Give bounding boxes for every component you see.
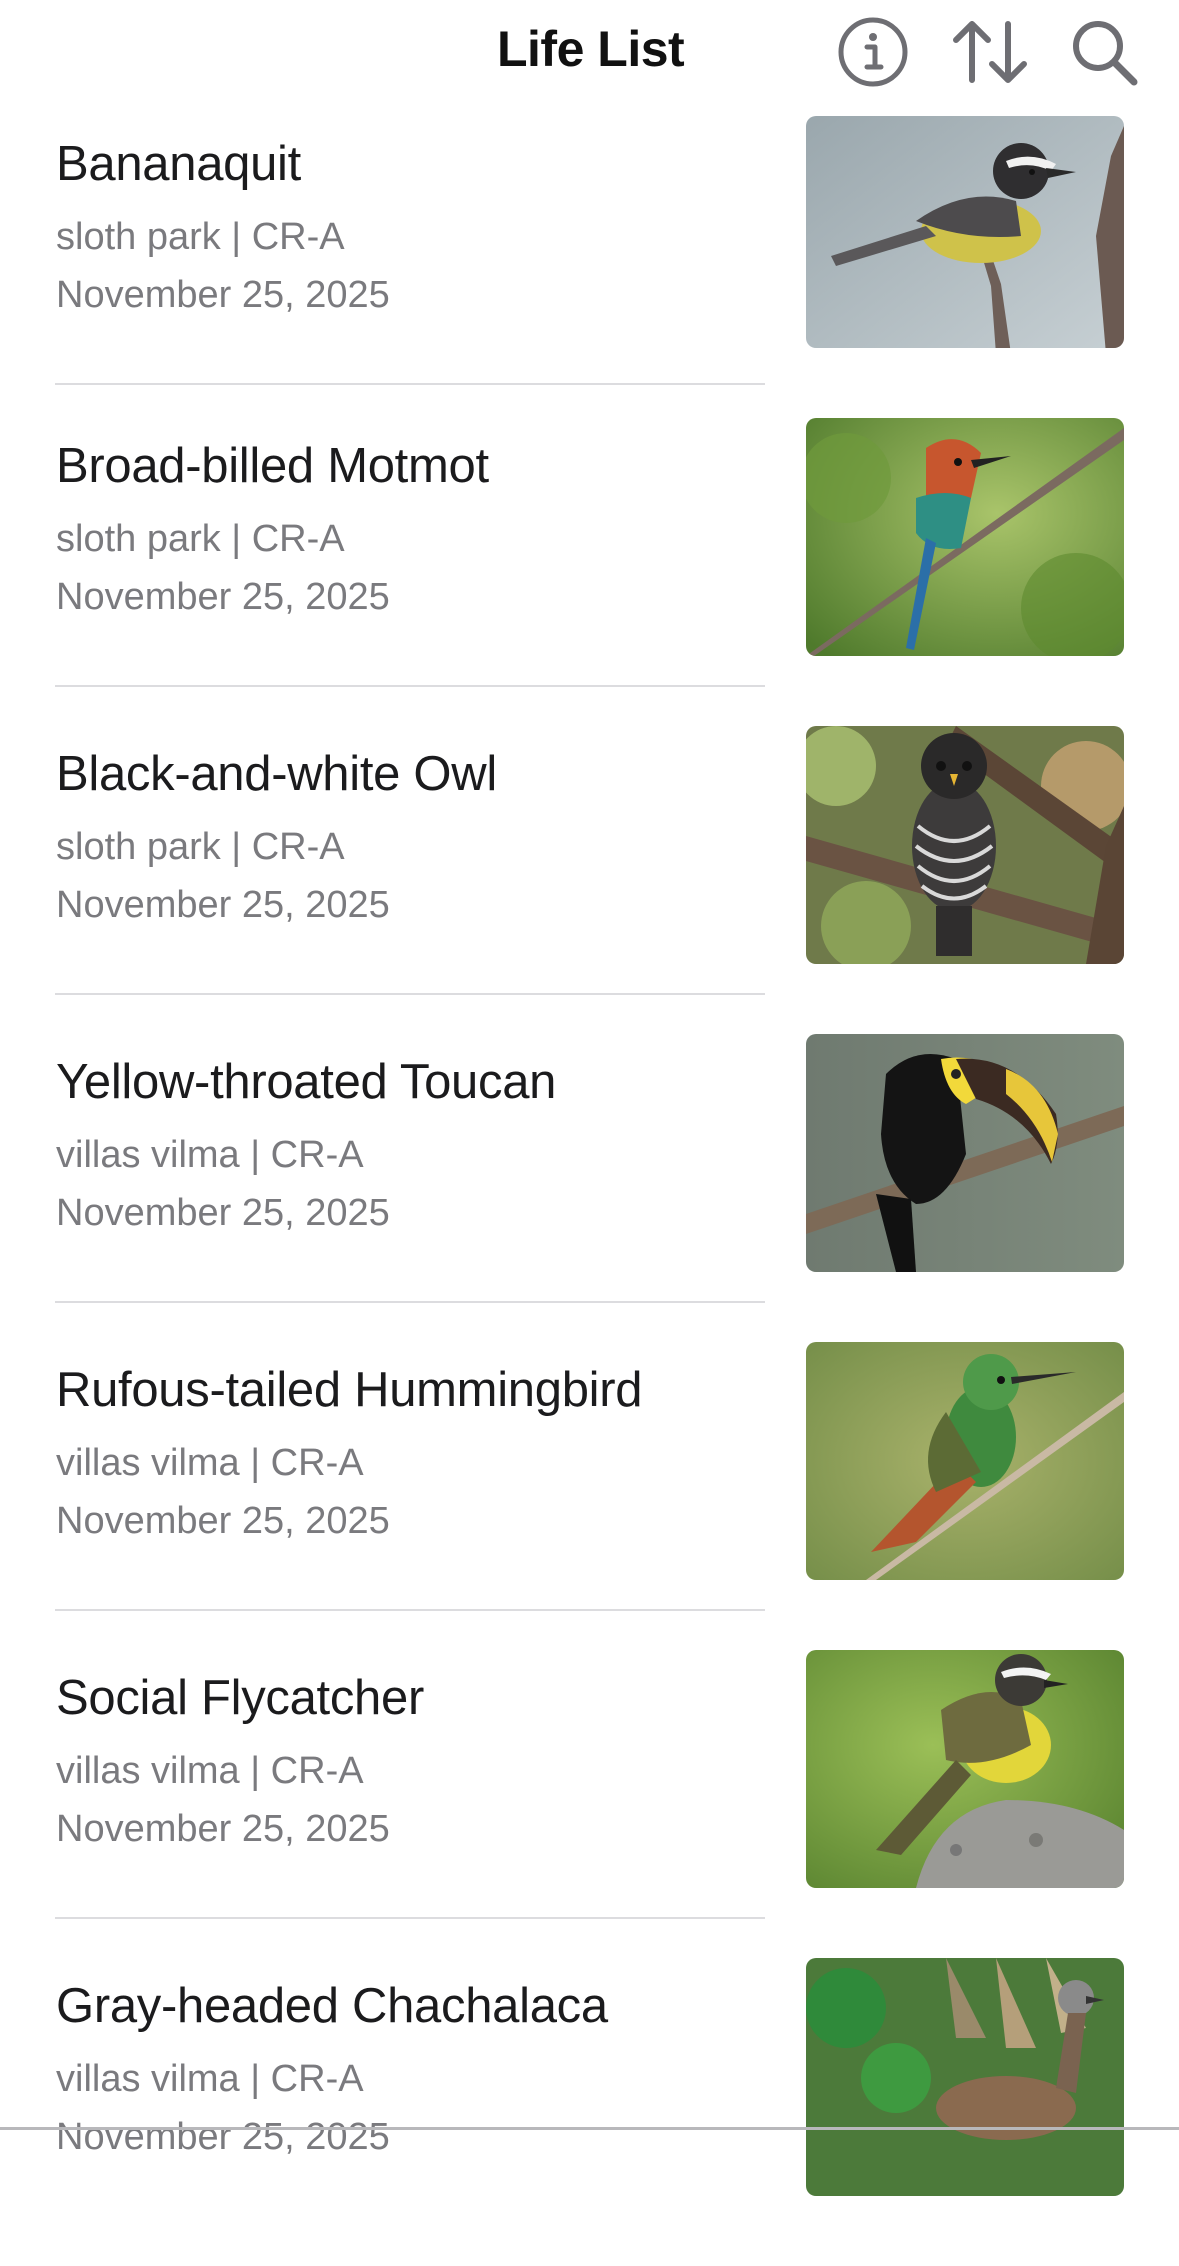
info-icon[interactable]: [835, 14, 911, 90]
row-divider: [55, 685, 765, 687]
sighting-date: November 25, 2025: [56, 274, 390, 316]
species-name: Yellow-throated Toucan: [56, 1055, 557, 1109]
species-photo: [806, 418, 1124, 656]
sighting-row[interactable]: Yellow-throated Toucan villas vilma | CR…: [0, 1034, 1179, 1342]
species-name: Rufous-tailed Hummingbird: [56, 1363, 643, 1417]
species-photo: [806, 726, 1124, 964]
sighting-location: villas vilma | CR-A: [56, 1134, 364, 1176]
sighting-row[interactable]: Bananaquit sloth park | CR-A November 25…: [0, 116, 1179, 424]
row-divider: [55, 993, 765, 995]
sighting-row[interactable]: Gray-headed Chachalaca villas vilma | CR…: [0, 1958, 1179, 2266]
sighting-location: sloth park | CR-A: [56, 826, 345, 868]
sighting-date: November 25, 2025: [56, 1192, 390, 1234]
nav-bar: Life List: [0, 0, 1179, 100]
species-name: Broad-billed Motmot: [56, 439, 489, 493]
sighting-row[interactable]: Social Flycatcher villas vilma | CR-A No…: [0, 1650, 1179, 1958]
sighting-location: sloth park | CR-A: [56, 216, 345, 258]
page-title: Life List: [497, 21, 685, 77]
search-icon[interactable]: [1066, 14, 1142, 90]
sighting-date: November 25, 2025: [56, 1808, 390, 1850]
sighting-date: November 25, 2025: [56, 884, 390, 926]
sighting-row[interactable]: Black-and-white Owl sloth park | CR-A No…: [0, 726, 1179, 1034]
sighting-date: November 25, 2025: [56, 1500, 390, 1542]
sighting-row[interactable]: Rufous-tailed Hummingbird villas vilma |…: [0, 1342, 1179, 1650]
row-divider: [55, 1609, 765, 1611]
sort-icon[interactable]: [952, 14, 1028, 90]
sighting-location: villas vilma | CR-A: [56, 2058, 364, 2100]
life-list[interactable]: Bananaquit sloth park | CR-A November 25…: [0, 0, 1179, 2196]
sighting-row[interactable]: Broad-billed Motmot sloth park | CR-A No…: [0, 418, 1179, 726]
species-name: Bananaquit: [56, 137, 301, 191]
species-photo: [806, 116, 1124, 348]
species-photo: [806, 1342, 1124, 1580]
species-photo: [806, 1650, 1124, 1888]
sighting-location: sloth park | CR-A: [56, 518, 345, 560]
row-divider: [55, 1917, 765, 1919]
sighting-location: villas vilma | CR-A: [56, 1750, 364, 1792]
sighting-location: villas vilma | CR-A: [56, 1442, 364, 1484]
row-divider: [55, 383, 765, 385]
species-name: Social Flycatcher: [56, 1671, 424, 1725]
row-divider: [55, 1301, 765, 1303]
sighting-date: November 25, 2025: [56, 576, 390, 618]
species-name: Black-and-white Owl: [56, 747, 497, 801]
species-name: Gray-headed Chachalaca: [56, 1979, 608, 2033]
sighting-date: November 25, 2025: [56, 2116, 390, 2158]
species-photo: [806, 1034, 1124, 1272]
species-photo: [806, 1958, 1124, 2196]
